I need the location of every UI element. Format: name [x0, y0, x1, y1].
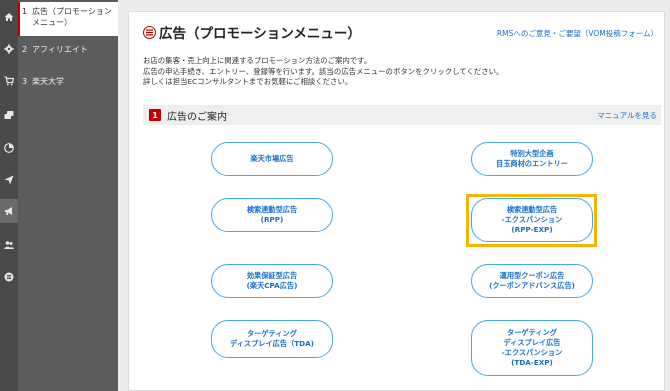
button-label-line: ターゲティング	[247, 329, 297, 338]
section-number-badge: 1	[149, 109, 161, 121]
manual-link[interactable]: マニュアルを見る	[597, 110, 657, 121]
megaphone-icon[interactable]	[0, 199, 18, 223]
subnav-item-label: 広告（プロモーションメニュー）	[32, 7, 112, 27]
content-panel: 広告（プロモーションメニュー） RMSへのご意見・ご要望（VOM投稿フォーム） …	[128, 11, 665, 391]
users-icon[interactable]	[0, 233, 18, 257]
rpp-ad-button[interactable]: 検索連動型広告 (RPP)	[211, 198, 333, 232]
intro-line: お店の集客・売上向上に関連するプロモーション方法のご案内です。	[143, 56, 372, 65]
button-label-line: -エクスパンション	[501, 215, 563, 224]
button-label-line: ターゲティング	[507, 328, 557, 337]
subnav-item-label: 楽天大学	[32, 77, 64, 86]
cards-icon[interactable]	[0, 103, 18, 127]
menu-list-icon	[143, 25, 156, 39]
button-label-line: (楽天CPA広告)	[246, 281, 298, 290]
subnav-item-number: 2	[22, 45, 28, 54]
button-label-line: (RPP)	[260, 215, 284, 224]
page-title: 広告（プロモーションメニュー）	[159, 26, 361, 42]
rakuten-ichiba-ad-button[interactable]: 楽天市場広告	[211, 142, 333, 176]
pie-chart-icon[interactable]	[0, 136, 18, 160]
button-label-line: (RPP-EXP)	[511, 225, 553, 234]
button-label-line: 目玉商材のエントリー	[496, 159, 568, 168]
subnav-item-rakuten-university[interactable]: 3 楽天大学	[18, 76, 118, 87]
rpp-exp-ad-button[interactable]: 検索連動型広告 -エクスパンション (RPP-EXP)	[471, 198, 593, 242]
sub-nav: 1 広告（プロモーションメニュー） 2 アフィリエイト 3 楽天大学	[18, 0, 118, 391]
coupon-advance-ad-button[interactable]: 運用型クーポン広告 (クーポンアドバンス広告)	[471, 264, 593, 298]
home-icon[interactable]	[0, 5, 18, 29]
section-header: 1 広告のご案内 マニュアルを見る	[143, 105, 661, 125]
button-label-line: ディスプレイ広告（TDA)	[230, 339, 314, 348]
subnav-item-number: 1	[22, 7, 28, 16]
tda-exp-ad-button[interactable]: ターゲティング ディスプレイ広告 -エクスパンション (TDA-EXP)	[471, 320, 593, 376]
page-title-row: 広告（プロモーションメニュー）	[143, 22, 361, 42]
section-title: 広告のご案内	[167, 111, 227, 123]
button-label-line: 検索連動型広告	[246, 205, 298, 214]
send-icon[interactable]	[0, 168, 18, 192]
button-label-line: 効果保証型広告	[246, 271, 298, 280]
tda-ad-button[interactable]: ターゲティング ディスプレイ広告（TDA)	[211, 320, 333, 358]
button-label-line: 特別大型企画	[510, 149, 554, 158]
button-label-line: ディスプレイ広告	[503, 338, 561, 347]
subnav-item-label: アフィリエイト	[32, 45, 88, 54]
intro-text: お店の集客・売上向上に関連するプロモーション方法のご案内です。 広告の申込手続き…	[143, 56, 503, 88]
icon-rail	[0, 0, 18, 391]
intro-line: 広告の申込手続き、エントリー、登録等を行います。該当の広告メニューのボタンをクリ…	[143, 66, 504, 76]
list-icon[interactable]	[0, 265, 18, 289]
cart-icon[interactable]	[0, 69, 18, 93]
subnav-item-promotion-menu[interactable]: 1 広告（プロモーションメニュー）	[18, 2, 118, 36]
subnav-item-number: 3	[22, 77, 28, 86]
button-label-line: 楽天市場広告	[250, 154, 294, 163]
button-label-line: 運用型クーポン広告	[499, 271, 565, 280]
intro-line: 詳しくは担当ECコンサルタントまでお気軽にご相談ください。	[143, 77, 353, 87]
subnav-item-affiliate[interactable]: 2 アフィリエイト	[18, 44, 118, 55]
button-label-line: (クーポンアドバンス広告)	[489, 281, 575, 290]
feedback-link[interactable]: RMSへのご意見・ご要望（VOM投稿フォーム）	[497, 28, 658, 39]
button-label-line: -エクスパンション	[501, 348, 563, 357]
button-label-line: 検索連動型広告	[506, 205, 558, 214]
cpa-ad-button[interactable]: 効果保証型広告 (楽天CPA広告)	[211, 264, 333, 298]
gear-icon[interactable]	[0, 37, 18, 61]
special-campaign-entry-button[interactable]: 特別大型企画 目玉商材のエントリー	[471, 142, 593, 176]
button-label-line: (TDA-EXP)	[511, 358, 553, 367]
